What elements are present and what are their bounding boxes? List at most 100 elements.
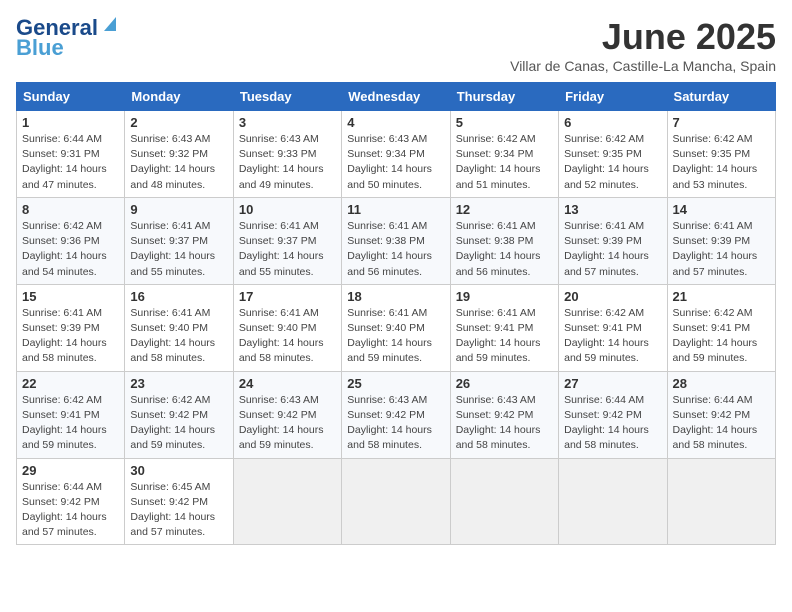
day-number: 18 bbox=[347, 289, 444, 304]
month-title: June 2025 bbox=[510, 16, 776, 58]
day-info: Sunrise: 6:43 AMSunset: 9:42 PMDaylight:… bbox=[239, 393, 336, 454]
calendar-week-1: 1 Sunrise: 6:44 AMSunset: 9:31 PMDaylight… bbox=[17, 111, 776, 198]
calendar-cell bbox=[450, 458, 558, 545]
calendar-cell: 25 Sunrise: 6:43 AMSunset: 9:42 PMDayligh… bbox=[342, 371, 450, 458]
calendar-cell: 18Sunrise: 6:41 AMSunset: 9:40 PMDayligh… bbox=[342, 284, 450, 371]
day-number: 20 bbox=[564, 289, 661, 304]
calendar-cell: 1 Sunrise: 6:44 AMSunset: 9:31 PMDaylight… bbox=[17, 111, 125, 198]
title-area: June 2025 Villar de Canas, Castille-La M… bbox=[510, 16, 776, 74]
calendar-cell: 16 Sunrise: 6:41 AMSunset: 9:40 PMDayligh… bbox=[125, 284, 233, 371]
day-info: Sunrise: 6:43 AMSunset: 9:32 PMDaylight:… bbox=[130, 132, 227, 193]
day-info: Sunrise: 6:43 AMSunset: 9:33 PMDaylight:… bbox=[239, 132, 336, 193]
calendar-cell bbox=[233, 458, 341, 545]
day-number: 5 bbox=[456, 115, 553, 130]
day-info: Sunrise: 6:43 AMSunset: 9:34 PMDaylight:… bbox=[347, 132, 444, 193]
day-info: Sunrise: 6:42 AMSunset: 9:41 PMDaylight:… bbox=[22, 393, 119, 454]
day-number: 6 bbox=[564, 115, 661, 130]
day-number: 2 bbox=[130, 115, 227, 130]
day-number: 29 bbox=[22, 463, 119, 478]
day-info: Sunrise: 6:41 AMSunset: 9:41 PMDaylight:… bbox=[456, 306, 553, 367]
weekday-header-monday: Monday bbox=[125, 83, 233, 111]
day-info: Sunrise: 6:44 AMSunset: 9:42 PMDaylight:… bbox=[564, 393, 661, 454]
day-number: 27 bbox=[564, 376, 661, 391]
calendar-cell bbox=[559, 458, 667, 545]
day-info: Sunrise: 6:41 AMSunset: 9:37 PMDaylight:… bbox=[239, 219, 336, 280]
day-info: Sunrise: 6:44 AMSunset: 9:31 PMDaylight:… bbox=[22, 132, 119, 193]
calendar-cell: 10 Sunrise: 6:41 AMSunset: 9:37 PMDayligh… bbox=[233, 197, 341, 284]
day-info: Sunrise: 6:42 AMSunset: 9:35 PMDaylight:… bbox=[564, 132, 661, 193]
day-number: 7 bbox=[673, 115, 770, 130]
calendar-cell: 19 Sunrise: 6:41 AMSunset: 9:41 PMDayligh… bbox=[450, 284, 558, 371]
weekday-header-sunday: Sunday bbox=[17, 83, 125, 111]
calendar-cell bbox=[667, 458, 775, 545]
day-info: Sunrise: 6:42 AMSunset: 9:35 PMDaylight:… bbox=[673, 132, 770, 193]
day-info: Sunrise: 6:41 AMSunset: 9:38 PMDaylight:… bbox=[456, 219, 553, 280]
day-info: Sunrise: 6:42 AMSunset: 9:41 PMDaylight:… bbox=[673, 306, 770, 367]
weekday-header-row: SundayMondayTuesdayWednesdayThursdayFrid… bbox=[17, 83, 776, 111]
weekday-header-tuesday: Tuesday bbox=[233, 83, 341, 111]
day-info: Sunrise: 6:41 AMSunset: 9:40 PMDaylight:… bbox=[239, 306, 336, 367]
calendar-cell: 29 Sunrise: 6:44 AMSunset: 9:42 PMDayligh… bbox=[17, 458, 125, 545]
calendar-cell: 14 Sunrise: 6:41 AMSunset: 9:39 PMDayligh… bbox=[667, 197, 775, 284]
day-info: Sunrise: 6:41 AMSunset: 9:39 PMDaylight:… bbox=[564, 219, 661, 280]
day-number: 15 bbox=[22, 289, 119, 304]
day-info: Sunrise: 6:42 AMSunset: 9:36 PMDaylight:… bbox=[22, 219, 119, 280]
weekday-header-thursday: Thursday bbox=[450, 83, 558, 111]
day-number: 24 bbox=[239, 376, 336, 391]
calendar-cell: 30Sunrise: 6:45 AMSunset: 9:42 PMDayligh… bbox=[125, 458, 233, 545]
day-number: 21 bbox=[673, 289, 770, 304]
day-info: Sunrise: 6:43 AMSunset: 9:42 PMDaylight:… bbox=[347, 393, 444, 454]
weekday-header-wednesday: Wednesday bbox=[342, 83, 450, 111]
page-header: General Blue June 2025 Villar de Canas, … bbox=[16, 16, 776, 74]
logo: General Blue bbox=[16, 16, 120, 60]
day-number: 11 bbox=[347, 202, 444, 217]
day-number: 30 bbox=[130, 463, 227, 478]
calendar-cell: 15 Sunrise: 6:41 AMSunset: 9:39 PMDayligh… bbox=[17, 284, 125, 371]
calendar-cell: 20 Sunrise: 6:42 AMSunset: 9:41 PMDayligh… bbox=[559, 284, 667, 371]
calendar-cell: 11Sunrise: 6:41 AMSunset: 9:38 PMDayligh… bbox=[342, 197, 450, 284]
day-info: Sunrise: 6:44 AMSunset: 9:42 PMDaylight:… bbox=[22, 480, 119, 541]
day-number: 10 bbox=[239, 202, 336, 217]
day-number: 16 bbox=[130, 289, 227, 304]
calendar-cell: 7 Sunrise: 6:42 AMSunset: 9:35 PMDaylight… bbox=[667, 111, 775, 198]
day-number: 23 bbox=[130, 376, 227, 391]
calendar-cell: 4Sunrise: 6:43 AMSunset: 9:34 PMDaylight… bbox=[342, 111, 450, 198]
weekday-header-friday: Friday bbox=[559, 83, 667, 111]
calendar-cell bbox=[342, 458, 450, 545]
day-number: 1 bbox=[22, 115, 119, 130]
logo-icon bbox=[100, 13, 120, 33]
day-number: 28 bbox=[673, 376, 770, 391]
day-number: 25 bbox=[347, 376, 444, 391]
day-number: 13 bbox=[564, 202, 661, 217]
calendar-cell: 27 Sunrise: 6:44 AMSunset: 9:42 PMDayligh… bbox=[559, 371, 667, 458]
day-number: 12 bbox=[456, 202, 553, 217]
calendar-table: SundayMondayTuesdayWednesdayThursdayFrid… bbox=[16, 82, 776, 545]
logo-subtext: Blue bbox=[16, 36, 64, 60]
calendar-cell: 26 Sunrise: 6:43 AMSunset: 9:42 PMDayligh… bbox=[450, 371, 558, 458]
day-info: Sunrise: 6:44 AMSunset: 9:42 PMDaylight:… bbox=[673, 393, 770, 454]
day-info: Sunrise: 6:43 AMSunset: 9:42 PMDaylight:… bbox=[456, 393, 553, 454]
day-number: 14 bbox=[673, 202, 770, 217]
calendar-cell: 28 Sunrise: 6:44 AMSunset: 9:42 PMDayligh… bbox=[667, 371, 775, 458]
calendar-cell: 6 Sunrise: 6:42 AMSunset: 9:35 PMDaylight… bbox=[559, 111, 667, 198]
day-number: 19 bbox=[456, 289, 553, 304]
calendar-cell: 8Sunrise: 6:42 AMSunset: 9:36 PMDaylight… bbox=[17, 197, 125, 284]
day-info: Sunrise: 6:41 AMSunset: 9:39 PMDaylight:… bbox=[22, 306, 119, 367]
location-subtitle: Villar de Canas, Castille-La Mancha, Spa… bbox=[510, 58, 776, 74]
calendar-week-5: 29 Sunrise: 6:44 AMSunset: 9:42 PMDayligh… bbox=[17, 458, 776, 545]
day-info: Sunrise: 6:41 AMSunset: 9:40 PMDaylight:… bbox=[130, 306, 227, 367]
day-number: 26 bbox=[456, 376, 553, 391]
calendar-cell: 23Sunrise: 6:42 AMSunset: 9:42 PMDayligh… bbox=[125, 371, 233, 458]
calendar-cell: 24 Sunrise: 6:43 AMSunset: 9:42 PMDayligh… bbox=[233, 371, 341, 458]
calendar-cell: 22 Sunrise: 6:42 AMSunset: 9:41 PMDayligh… bbox=[17, 371, 125, 458]
day-number: 9 bbox=[130, 202, 227, 217]
calendar-cell: 17Sunrise: 6:41 AMSunset: 9:40 PMDayligh… bbox=[233, 284, 341, 371]
calendar-week-3: 15 Sunrise: 6:41 AMSunset: 9:39 PMDayligh… bbox=[17, 284, 776, 371]
calendar-cell: 3Sunrise: 6:43 AMSunset: 9:33 PMDaylight… bbox=[233, 111, 341, 198]
calendar-cell: 9Sunrise: 6:41 AMSunset: 9:37 PMDaylight… bbox=[125, 197, 233, 284]
calendar-cell: 2 Sunrise: 6:43 AMSunset: 9:32 PMDaylight… bbox=[125, 111, 233, 198]
day-info: Sunrise: 6:42 AMSunset: 9:41 PMDaylight:… bbox=[564, 306, 661, 367]
day-info: Sunrise: 6:41 AMSunset: 9:39 PMDaylight:… bbox=[673, 219, 770, 280]
day-number: 22 bbox=[22, 376, 119, 391]
calendar-cell: 12 Sunrise: 6:41 AMSunset: 9:38 PMDayligh… bbox=[450, 197, 558, 284]
